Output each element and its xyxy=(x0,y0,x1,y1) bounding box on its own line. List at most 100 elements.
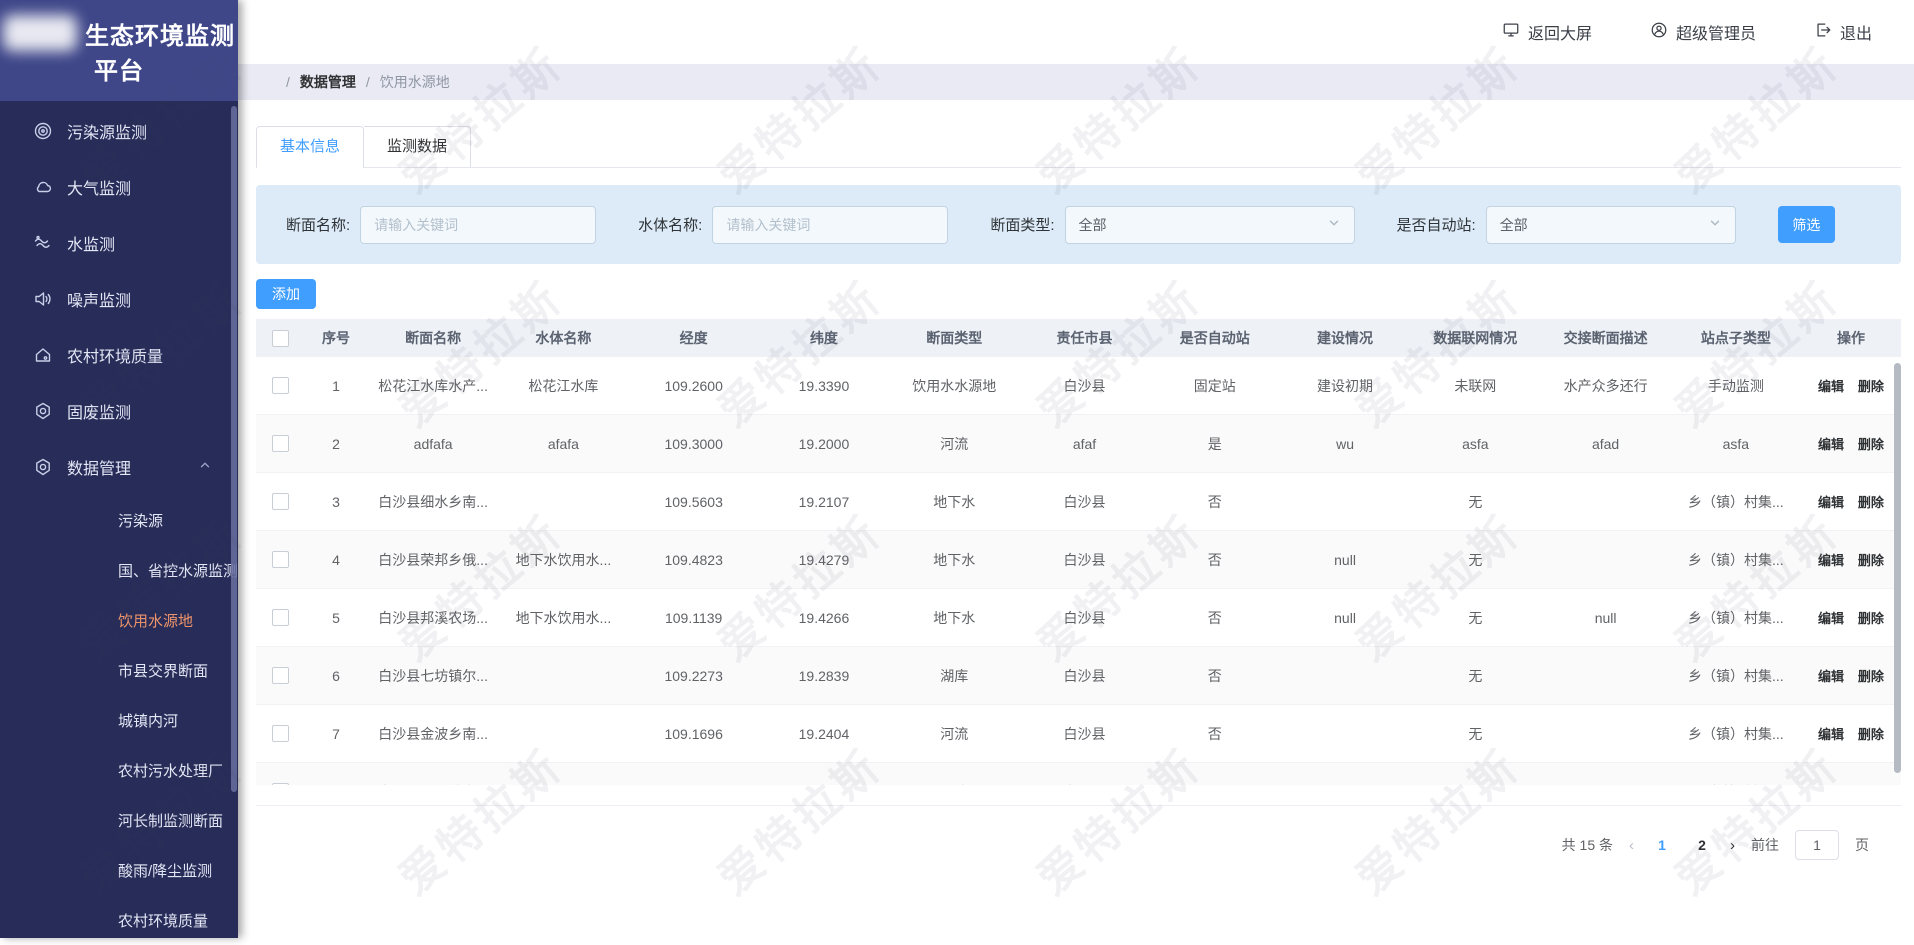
col-section-type: 断面类型 xyxy=(889,328,1019,348)
page-2-button[interactable]: 2 xyxy=(1690,837,1714,853)
back-to-big-screen-button[interactable]: 返回大屏 xyxy=(1502,20,1592,44)
prev-page-button[interactable]: ‹ xyxy=(1629,837,1634,854)
cell-network-status: 无 xyxy=(1410,608,1540,628)
edit-link[interactable]: 编辑 xyxy=(1818,553,1844,568)
logout-button[interactable]: 退出 xyxy=(1814,20,1872,44)
sidebar-item-pollution-source-monitoring[interactable]: 污染源监测 xyxy=(0,103,238,159)
breadcrumb: / 数据管理 / 饮用水源地 xyxy=(238,64,1914,100)
row-checkbox[interactable] xyxy=(272,493,289,510)
cell-section-name: 白沙县金波乡南... xyxy=(368,724,498,744)
sidebar-item-noise-monitoring[interactable]: 噪声监测 xyxy=(0,271,238,327)
app-logo: 生态环境监测 平台 xyxy=(0,0,238,101)
section-type-select[interactable]: 全部 xyxy=(1065,206,1355,244)
sidebar-subitem-city-county-boundary[interactable]: 市县交界断面 xyxy=(0,645,238,695)
delete-link[interactable]: 删除 xyxy=(1858,553,1884,568)
table-header: 序号 断面名称 水体名称 经度 纬度 断面类型 责任市县 是否自动站 建设情况 … xyxy=(256,319,1901,357)
next-page-button[interactable]: › xyxy=(1730,837,1735,854)
col-section-name: 断面名称 xyxy=(368,328,498,348)
sidebar-subitem-acid-rain-dust[interactable]: 酸雨/降尘监测 xyxy=(0,845,238,895)
delete-link[interactable]: 删除 xyxy=(1858,611,1884,626)
cell-station-subtype: 乡（镇）村集... xyxy=(1671,550,1801,570)
cell-section-name: 白沙县七坊镇尔... xyxy=(368,666,498,686)
table-row: 3 白沙县细水乡南... 109.5603 19.2107 地下水 白沙县 否 … xyxy=(256,473,1901,531)
cell-auto-station: 否 xyxy=(1150,724,1280,744)
cell-water-name: 松花江水库 xyxy=(498,376,628,396)
table-row: 6 白沙县七坊镇尔... 109.2273 19.2839 湖库 白沙县 否 无… xyxy=(256,647,1901,705)
edit-link[interactable]: 编辑 xyxy=(1818,437,1844,452)
edit-link[interactable]: 编辑 xyxy=(1818,495,1844,510)
sidebar-subitem-urban-inner-river[interactable]: 城镇内河 xyxy=(0,695,238,745)
auto-station-select[interactable]: 全部 xyxy=(1486,206,1736,244)
sidebar-subitem-rural-sewage-plant[interactable]: 农村污水处理厂 xyxy=(0,745,238,795)
edit-link[interactable]: 编辑 xyxy=(1818,379,1844,394)
sidebar-subitem-pollution-source[interactable]: 污染源 xyxy=(0,495,238,545)
row-checkbox[interactable] xyxy=(272,551,289,568)
select-all-checkbox[interactable] xyxy=(272,330,289,347)
speaker-icon xyxy=(33,289,53,309)
cell-section-type: 地下水 xyxy=(889,608,1019,628)
cell-longitude: 109.2600 xyxy=(629,378,759,394)
cell-seq: 1 xyxy=(304,378,368,394)
cell-latitude: 19.2404 xyxy=(759,726,889,742)
cell-network-status: 无 xyxy=(1410,724,1540,744)
row-checkbox[interactable] xyxy=(272,667,289,684)
delete-link[interactable]: 删除 xyxy=(1858,379,1884,394)
edit-link[interactable]: 编辑 xyxy=(1818,611,1844,626)
cell-seq: 8 xyxy=(304,784,368,786)
cell-network-status: 无 xyxy=(1410,666,1540,686)
table-row: 7 白沙县金波乡南... 109.1696 19.2404 河流 白沙县 否 无… xyxy=(256,705,1901,763)
delete-link[interactable]: 删除 xyxy=(1858,495,1884,510)
filter-submit-button[interactable]: 筛选 xyxy=(1778,206,1835,243)
section-name-input[interactable] xyxy=(360,206,596,244)
table-row: 2 adfafa afafa 109.3000 19.2000 河流 afaf … xyxy=(256,415,1901,473)
cell-auto-station: 否 xyxy=(1150,666,1280,686)
col-auto-station: 是否自动站 xyxy=(1150,328,1280,348)
edit-link[interactable]: 编辑 xyxy=(1818,669,1844,684)
water-name-input[interactable] xyxy=(712,206,948,244)
main-content: 基本信息 监测数据 断面名称: 水体名称: 断面类型: 全部 是否自动站: 全部… xyxy=(238,100,1914,938)
sidebar-subitem-drinking-water-source[interactable]: 饮用水源地 xyxy=(0,595,238,645)
col-longitude: 经度 xyxy=(629,328,759,348)
cell-responsible-county: 白沙县 xyxy=(1019,666,1149,686)
goto-page-input[interactable] xyxy=(1795,830,1839,860)
add-button[interactable]: 添加 xyxy=(256,279,316,309)
edit-link[interactable]: 编辑 xyxy=(1818,727,1844,742)
cell-auto-station: 否 xyxy=(1150,492,1280,512)
row-checkbox[interactable] xyxy=(272,783,289,785)
tab-basic-info[interactable]: 基本信息 xyxy=(256,126,364,167)
breadcrumb-data-management[interactable]: 数据管理 xyxy=(300,72,356,92)
sidebar-subitem-river-chief-section[interactable]: 河长制监测断面 xyxy=(0,795,238,845)
cell-section-type: 饮用水水源地 xyxy=(889,376,1019,396)
cell-network-status: 未联网 xyxy=(1410,376,1540,396)
sidebar-item-data-management[interactable]: 数据管理 xyxy=(0,439,238,495)
filter-bar: 断面名称: 水体名称: 断面类型: 全部 是否自动站: 全部 筛选 xyxy=(256,185,1901,264)
cell-section-name: 白沙县牙叉镇志... xyxy=(368,782,498,786)
sidebar-item-solid-waste-monitoring[interactable]: 固废监测 xyxy=(0,383,238,439)
cell-longitude: 109.3791 xyxy=(629,784,759,786)
sidebar-item-rural-env-quality[interactable]: 农村环境质量 xyxy=(0,327,238,383)
row-checkbox[interactable] xyxy=(272,435,289,452)
cell-water-name: 地下水饮用水... xyxy=(498,550,628,570)
tab-monitoring-data[interactable]: 监测数据 xyxy=(364,126,471,167)
row-checkbox[interactable] xyxy=(272,725,289,742)
cell-station-subtype: 乡（镇）村集... xyxy=(1671,782,1801,786)
delete-link[interactable]: 删除 xyxy=(1858,727,1884,742)
row-checkbox[interactable] xyxy=(272,609,289,626)
filter-auto-station: 是否自动站: 全部 xyxy=(1397,206,1736,244)
user-menu[interactable]: 超级管理员 xyxy=(1650,20,1756,44)
row-checkbox[interactable] xyxy=(272,377,289,394)
monitor-icon xyxy=(1502,21,1520,44)
delete-link[interactable]: 删除 xyxy=(1858,669,1884,684)
sidebar-scrollbar[interactable] xyxy=(231,106,237,792)
cell-water-name: afafa xyxy=(498,436,628,452)
delete-link[interactable]: 删除 xyxy=(1858,437,1884,452)
page-1-button[interactable]: 1 xyxy=(1650,837,1674,853)
sidebar-subitem-national-provincial-water[interactable]: 国、省控水源监测 xyxy=(0,545,238,595)
filter-section-name: 断面名称: xyxy=(286,206,596,244)
cell-network-status: 无 xyxy=(1410,492,1540,512)
sidebar-item-air-monitoring[interactable]: 大气监测 xyxy=(0,159,238,215)
table-scrollbar[interactable] xyxy=(1894,363,1901,773)
cell-latitude: 19.3390 xyxy=(759,378,889,394)
sidebar-item-water-monitoring[interactable]: 水监测 xyxy=(0,215,238,271)
table-toolbar: 添加 xyxy=(256,279,1901,309)
